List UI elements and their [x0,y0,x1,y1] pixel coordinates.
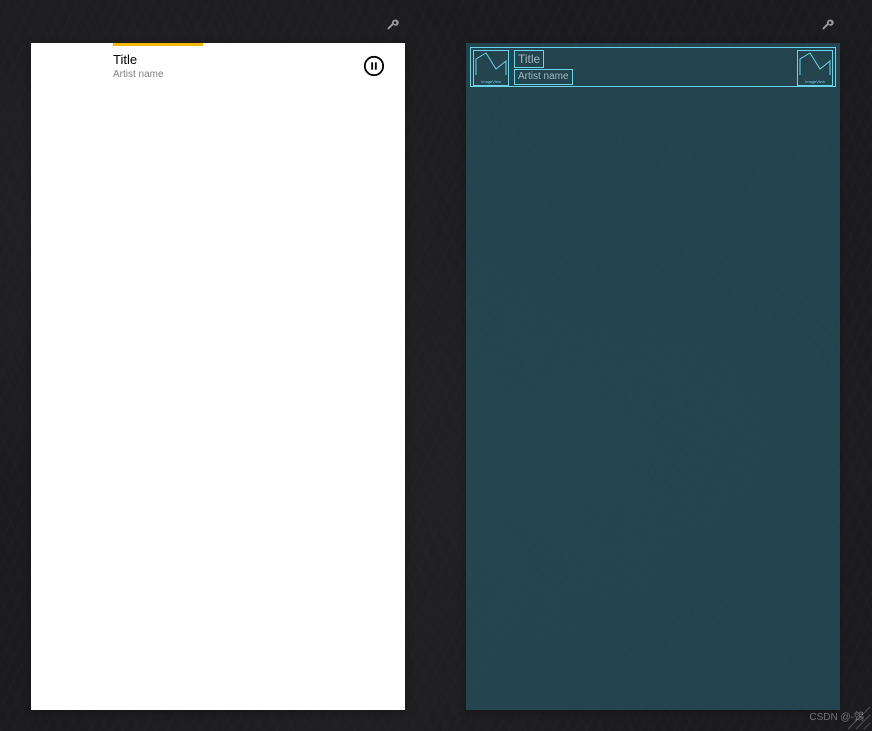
track-artist: Artist name [113,69,164,80]
image-placeholder-icon [798,51,832,77]
blueprint-imageview-action[interactable]: ImageView [797,50,833,86]
blueprint-title[interactable]: Title [514,50,544,68]
imageview-label: ImageView [798,79,832,84]
image-placeholder-icon [474,51,508,77]
preview-panel: Title Artist name [31,43,405,710]
blueprint-panel: ImageView Title Artist name ImageView [466,43,840,710]
wrench-icon[interactable] [820,17,834,31]
wrench-icon[interactable] [385,17,399,31]
blueprint-artist[interactable]: Artist name [514,69,573,85]
pause-button[interactable] [363,55,385,77]
blueprint-row[interactable]: ImageView Title Artist name ImageView [470,47,836,87]
imageview-label: ImageView [474,79,508,84]
watermark-text: CSDN @-鵼 [809,708,864,723]
pause-icon [363,55,385,77]
progress-bar[interactable] [113,43,203,46]
track-title: Title [113,52,137,67]
blueprint-imageview-album[interactable]: ImageView [473,50,509,86]
